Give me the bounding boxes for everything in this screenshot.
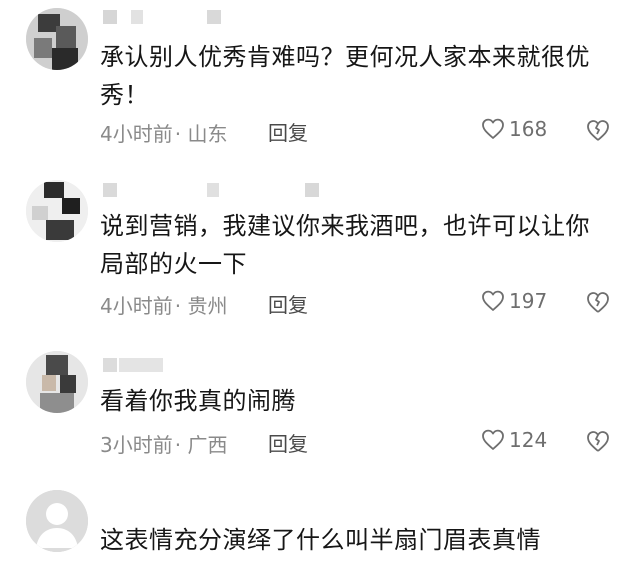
reply-button[interactable]: 回复 (268, 117, 308, 146)
like-button[interactable]: 168 (481, 117, 547, 141)
dislike-button[interactable] (585, 429, 611, 457)
heart-outline-icon (482, 290, 504, 311)
comment-meta: 3小时前 · 广西 (100, 429, 227, 458)
broken-heart-icon (587, 292, 609, 313)
like-count: 197 (509, 289, 548, 313)
broken-heart-icon (587, 120, 609, 141)
like-count: 124 (509, 428, 548, 452)
comment-location: · 广西 (174, 433, 228, 457)
avatar[interactable] (26, 8, 88, 70)
comment-location: · 山东 (174, 122, 228, 146)
dislike-button[interactable] (585, 290, 611, 318)
default-user-icon (26, 490, 88, 552)
reply-button[interactable]: 回复 (268, 428, 308, 457)
broken-heart-icon (587, 431, 609, 452)
comment-time: 4小时前 (100, 294, 173, 318)
heart-outline-icon (482, 118, 504, 139)
comment-time: 3小时前 (100, 433, 173, 457)
like-button[interactable]: 124 (481, 428, 547, 452)
like-count: 168 (509, 117, 548, 141)
like-button[interactable]: 197 (481, 289, 547, 313)
comment-location: · 贵州 (174, 294, 228, 318)
avatar[interactable] (26, 351, 88, 413)
dislike-button[interactable] (585, 118, 611, 146)
comment-meta: 4小时前 · 贵州 (100, 290, 227, 319)
comment-text: 看着你我真的闹腾 (100, 387, 296, 415)
comment-meta: 4小时前 · 山东 (100, 118, 227, 147)
comment-text: 承认别人优秀肯难吗？更何况人家本来就很优秀！ (100, 43, 590, 109)
comment-text: 说到营销，我建议你来我酒吧，也许可以让你局部的火一下 (100, 212, 590, 278)
reply-button[interactable]: 回复 (268, 289, 308, 318)
heart-outline-icon (482, 429, 504, 450)
default-avatar[interactable] (26, 490, 88, 552)
comment-text: 这表情充分演绎了什么叫半扇门眉表真情 (100, 526, 541, 554)
avatar[interactable] (26, 180, 88, 242)
comment-time: 4小时前 (100, 122, 173, 146)
